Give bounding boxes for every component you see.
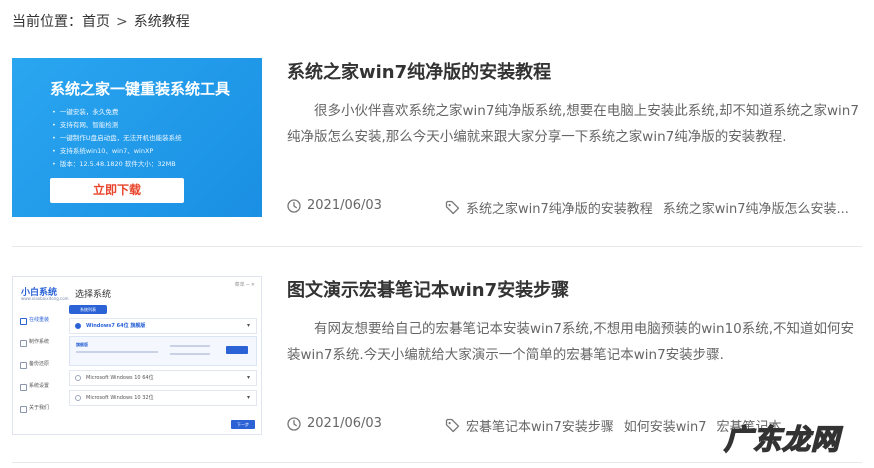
thumbnail-detail-line <box>76 351 158 353</box>
thumbnail-system-option: Microsoft Windows 10 64位 <box>69 370 257 386</box>
article-thumbnail[interactable]: 系统之家一键重装系统工具 一键安装，永久免费 支持有网、智能检测 一键制作U盘启… <box>12 58 262 217</box>
thumbnail-system-option: Windows7 64位 旗舰版 <box>69 318 257 334</box>
thumbnail-detail-line <box>170 353 210 355</box>
site-watermark: 广东龙网 <box>723 418 840 458</box>
article-divider <box>12 246 862 247</box>
clock-icon <box>287 416 301 431</box>
thumbnail-install-button <box>226 346 248 354</box>
radio-icon <box>75 323 81 329</box>
thumbnail-sidebar-item: 系统设置 <box>13 375 63 397</box>
thumbnail-tab: 系统列表 <box>69 305 107 314</box>
article-excerpt: 有网友想要给自己的宏碁笔记本安装win7系统,不想用电脑预装的win10系统,不… <box>287 321 855 363</box>
article-date-text: 2021/06/03 <box>307 198 382 213</box>
thumbnail-feature: 支持有网、智能检测 <box>52 119 182 132</box>
thumbnail-sidebar-item: 关于我们 <box>13 397 63 419</box>
thumbnail-feature: 支持系统win10、win7、winXP <box>52 145 182 158</box>
article-title-link[interactable]: 图文演示宏碁笔记本win7安装步骤 <box>287 278 569 304</box>
thumbnail-option-label: Microsoft Windows 10 32位 <box>86 395 154 401</box>
article-date-text: 2021/06/03 <box>307 416 382 431</box>
thumbnail-detail-label: 旗舰版 <box>76 342 88 347</box>
thumbnail-sidebar-item: 备份还原 <box>13 353 63 375</box>
breadcrumb-separator: > <box>116 14 128 30</box>
thumbnail-window-title: 选择系统 <box>75 290 112 300</box>
tag-link[interactable]: 系统之家win7纯净版怎么安装... <box>663 198 862 217</box>
article-excerpt: 很多小伙伴喜欢系统之家win7纯净版系统,想要在电脑上安装此系统,却不知道系统之… <box>287 103 859 145</box>
thumbnail-feature-list: 一键安装，永久免费 支持有网、智能检测 一键制作U盘启动盘，无法开机也能装系统 … <box>52 106 182 171</box>
thumbnail-system-panel: 系统列表 Windows7 64位 旗舰版 旗舰版 Microsoft Wind… <box>69 305 257 406</box>
thumbnail-feature: 一键制作U盘启动盘，无法开机也能装系统 <box>52 132 182 145</box>
article-meta: 2021/06/03 系统之家win7纯净版的安装教程 系统之家win7纯净版怎… <box>287 198 862 218</box>
tag-link[interactable]: 宏碁笔记本win7安装步骤 <box>466 416 614 435</box>
thumbnail-feature: 一键安装，永久免费 <box>52 106 182 119</box>
radio-icon <box>75 375 81 381</box>
watermark-text: 广东龙网 <box>723 422 840 457</box>
thumbnail-detail-line <box>170 345 210 347</box>
tag-link[interactable]: 系统之家win7纯净版的安装教程 <box>466 198 653 217</box>
thumbnail-title: 系统之家一键重装系统工具 <box>50 80 231 98</box>
article-thumbnail[interactable]: 小白系统 www.xiaobaixitong.com 选择系统 菜单 ─ ✕ 在… <box>12 276 262 435</box>
thumbnail-next-button: 下一步 <box>231 420 255 429</box>
thumbnail-window-controls: 菜单 ─ ✕ <box>234 282 255 288</box>
thumbnail-sidebar-item: 制作系统 <box>13 331 63 353</box>
radio-icon <box>75 395 81 401</box>
tag-icon <box>445 418 460 433</box>
thumbnail-option-label: Microsoft Windows 10 64位 <box>86 375 154 381</box>
thumbnail-option-label: Windows7 64位 旗舰版 <box>86 323 146 329</box>
thumbnail-system-option: Microsoft Windows 10 32位 <box>69 390 257 406</box>
article-tags: 系统之家win7纯净版的安装教程 系统之家win7纯净版怎么安装... <box>445 198 862 217</box>
breadcrumb-prefix: 当前位置： <box>12 14 82 30</box>
thumbnail-logo-url: www.xiaobaixitong.com <box>21 296 69 301</box>
thumbnail-feature: 版本：12.5.48.1820 软件大小：32MB <box>52 158 182 171</box>
breadcrumb-home-link[interactable]: 首页 <box>82 14 110 30</box>
thumbnail-download-button: 立即下载 <box>50 178 184 203</box>
article-date: 2021/06/03 <box>287 416 382 431</box>
breadcrumb-current-link[interactable]: 系统教程 <box>134 14 190 30</box>
clock-icon <box>287 198 301 213</box>
thumbnail-option-detail: 旗舰版 <box>69 336 257 366</box>
article-divider <box>12 462 862 463</box>
breadcrumb: 当前位置：首页 > 系统教程 <box>12 12 190 32</box>
tag-icon <box>445 200 460 215</box>
thumbnail-sidebar-item: 在线重装 <box>13 309 63 331</box>
thumbnail-sidebar: 在线重装 制作系统 备份还原 系统设置 关于我们 <box>13 309 63 419</box>
tag-link[interactable]: 如何安装win7 <box>624 416 707 435</box>
article-date: 2021/06/03 <box>287 198 382 213</box>
article-title-link[interactable]: 系统之家win7纯净版的安装教程 <box>287 60 551 86</box>
